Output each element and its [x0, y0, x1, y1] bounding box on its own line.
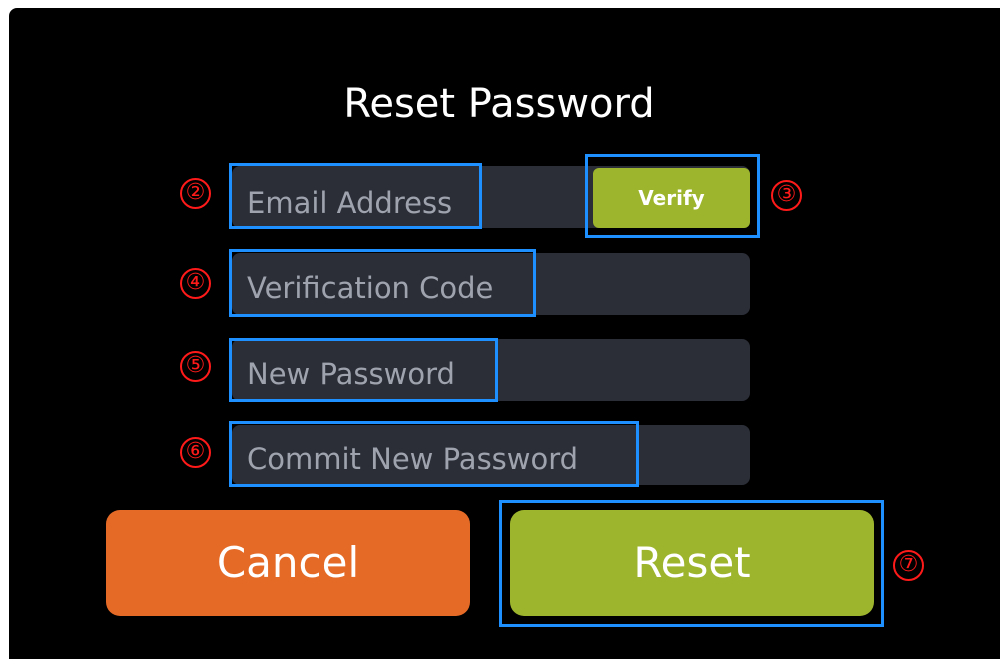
annotation-marker-7: ⑦ [893, 550, 924, 581]
cancel-button[interactable]: Cancel [106, 510, 470, 616]
email-placeholder: Email Address [247, 186, 453, 220]
annotation-marker-6: ⑥ [180, 437, 211, 468]
dialog-title: Reset Password [343, 81, 655, 127]
annotation-marker-2: ② [180, 178, 211, 209]
new-password-placeholder: New Password [247, 357, 455, 391]
commit-password-placeholder: Commit New Password [247, 442, 579, 476]
annotation-marker-4: ④ [180, 268, 211, 299]
reset-button[interactable]: Reset [510, 510, 874, 616]
annotation-marker-3: ③ [771, 180, 802, 211]
verification-code-placeholder: Verification Code [247, 271, 494, 305]
annotation-marker-5: ⑤ [180, 351, 211, 382]
verify-button[interactable]: Verify [593, 168, 750, 228]
